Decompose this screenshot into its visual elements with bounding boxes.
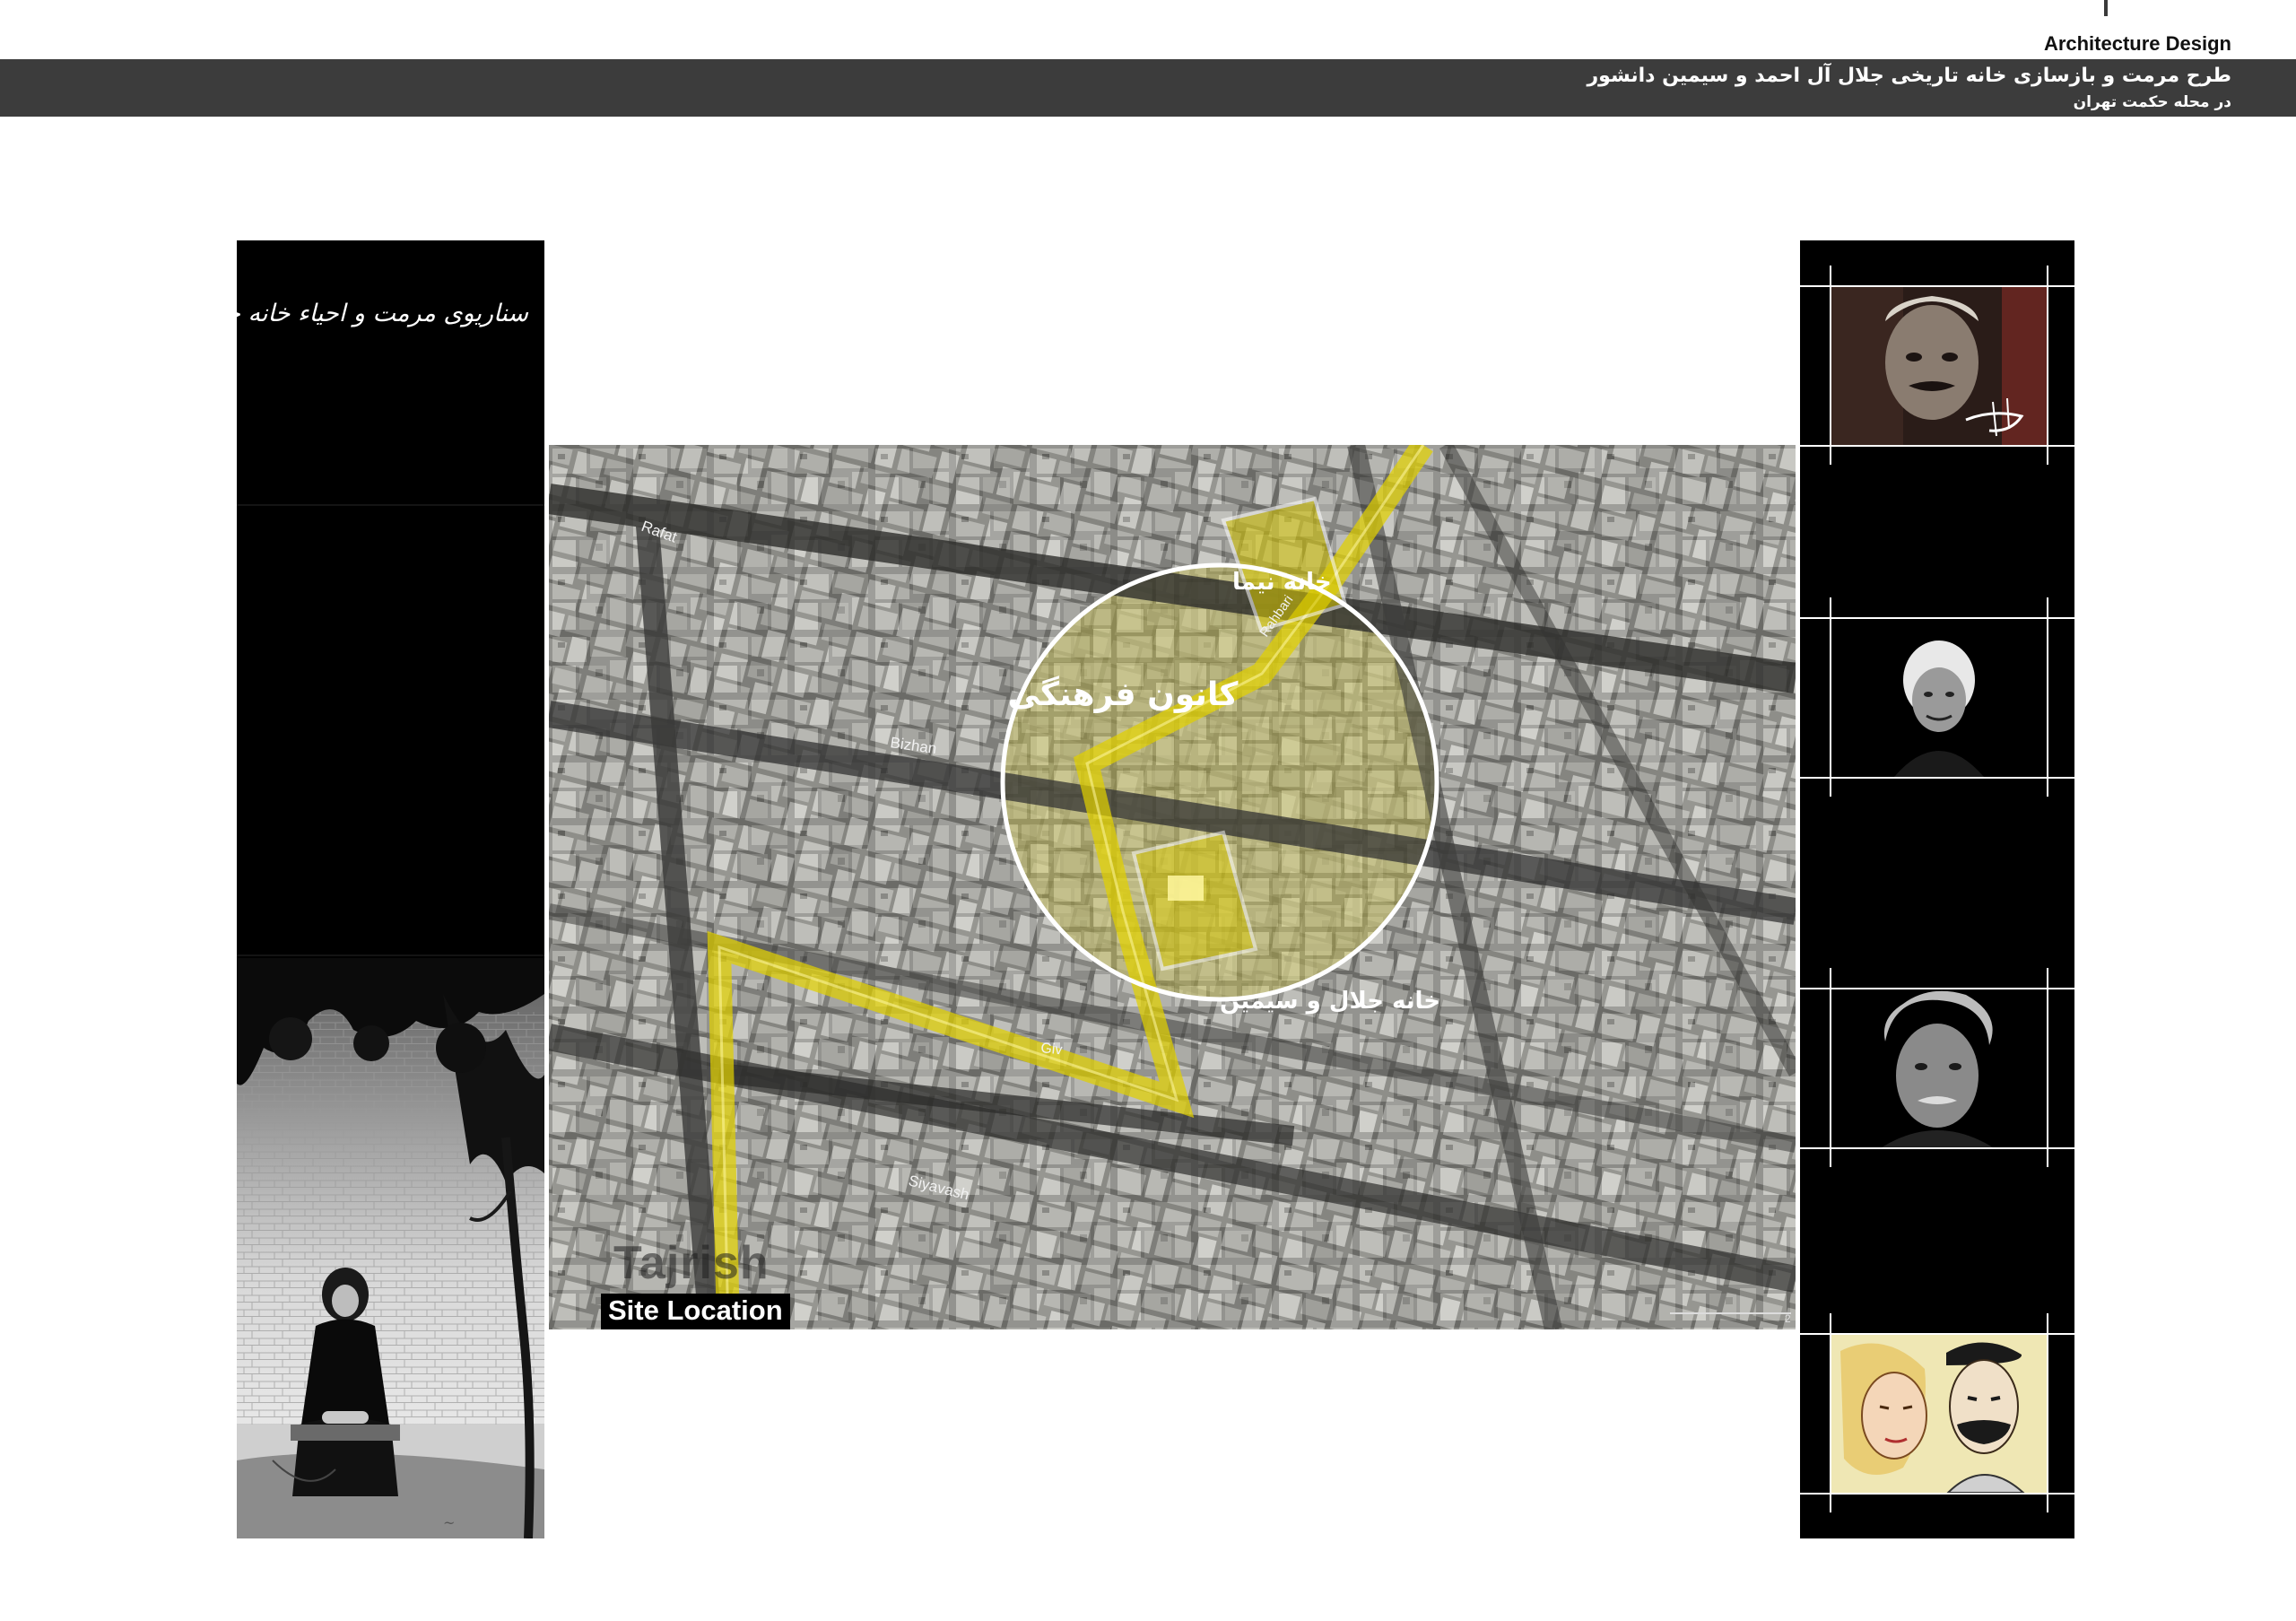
- film-frame-line: [1800, 617, 2074, 619]
- street-label-giv: Giv: [1040, 1041, 1064, 1058]
- site-location-label: Site Location: [601, 1294, 790, 1330]
- left-panel: سناریوی مرمت و احیاء خانه جلال و سیمین: [237, 240, 544, 1538]
- film-frame-line: [1830, 597, 1831, 797]
- map-scale-note: 2: [1785, 1312, 1791, 1325]
- film-frame-line: [1830, 968, 1831, 1167]
- left-panel-title: سناریوی مرمت و احیاء خانه جلال و سیمین: [237, 300, 528, 327]
- film-frame-line: [1800, 1147, 2074, 1149]
- film-frame-line: [1800, 1493, 2074, 1495]
- film-frame-line: [1800, 445, 2074, 447]
- left-divider: [237, 504, 544, 506]
- left-divider: [237, 954, 544, 956]
- film-frame-line: [1830, 1313, 1831, 1512]
- portrait-elder-icon: [1831, 988, 2047, 1147]
- film-frame-line: [2047, 1313, 2048, 1512]
- map-label-jalal-simin-house: خانه جلال و سیمین: [1220, 988, 1440, 1015]
- portrait-film-strip: [1800, 240, 2074, 1538]
- portrait-woman-icon: [1831, 617, 2047, 777]
- header-tick: [2104, 0, 2108, 16]
- header-title: طرح مرمت و بازسازی خانه تاریخی جلال آل ا…: [1587, 65, 2231, 87]
- map-label-cultural-center: کانون فرهنگی: [1008, 675, 1239, 713]
- map-tajrish-label: Tajrish: [613, 1237, 770, 1289]
- film-frame-line: [1800, 1333, 2074, 1335]
- portrait-man-icon: [1831, 285, 2047, 445]
- woman-photo-icon: ~: [237, 958, 544, 1538]
- film-frame-line: [2047, 597, 2048, 797]
- map-label-nima-house: خانه نیما: [1232, 569, 1332, 596]
- film-frame-line: [1830, 266, 1831, 465]
- header-label: Architecture Design: [2043, 32, 2231, 55]
- film-frame-line: [1800, 285, 2074, 287]
- film-frame-line: [1800, 988, 2074, 989]
- portrait-sketch-icon: [1831, 1333, 2047, 1493]
- film-frame-line: [2047, 266, 2048, 465]
- film-frame-line: [1800, 777, 2074, 779]
- site-map: Rafat Bizhan Giv Siyavash Rahbari خانه ن…: [549, 445, 1796, 1329]
- svg-text:~: ~: [443, 1514, 455, 1531]
- header-subtitle: در محله حکمت تهران: [2073, 93, 2231, 111]
- aerial-map-svg: Rafat Bizhan Giv Siyavash Rahbari خانه ن…: [549, 445, 1796, 1329]
- film-frame-line: [2047, 968, 2048, 1167]
